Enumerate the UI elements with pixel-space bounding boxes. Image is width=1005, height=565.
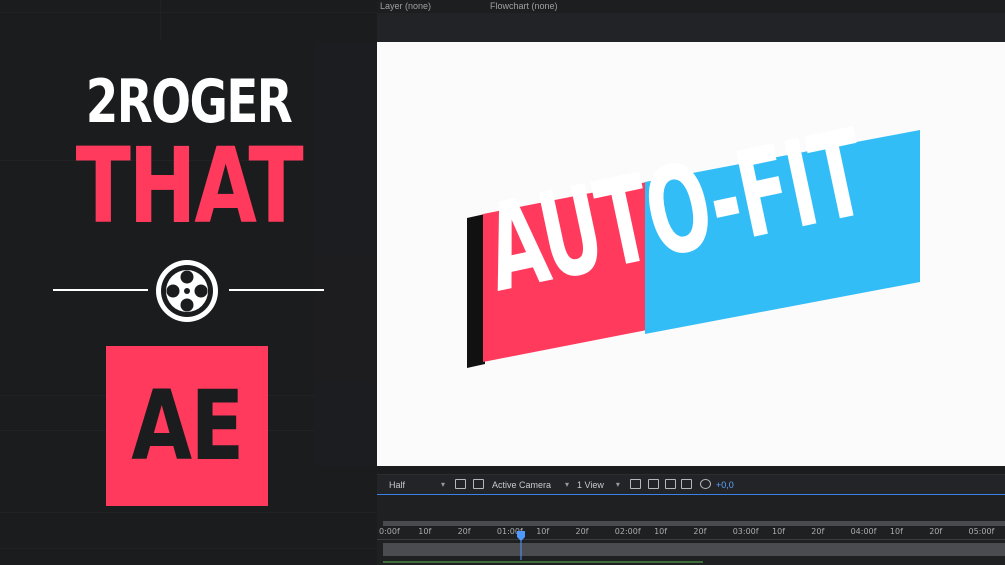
composition-viewer[interactable]: AUTO-FIT — [377, 42, 1005, 466]
branding-panel: 2ROGER THAT AE — [0, 0, 377, 565]
timeline-tick-label: 20f — [929, 527, 943, 536]
layer-track — [383, 561, 703, 563]
playhead-icon[interactable] — [517, 531, 525, 560]
brand-divider-left — [53, 289, 148, 291]
transparency-grid-icon[interactable] — [473, 479, 484, 489]
timeline-tick-label: 03:00f — [732, 527, 759, 536]
flowchart-icon[interactable] — [681, 479, 692, 489]
brand-divider-right — [229, 289, 324, 291]
region-of-interest-icon[interactable] — [455, 479, 466, 489]
ghost-divider — [160, 0, 161, 40]
logo-stripe — [467, 214, 485, 368]
timeline-tick-label: 10f — [772, 527, 785, 536]
resolution-dropdown[interactable]: Half ▾ — [389, 475, 445, 494]
viewer-tab-bar: Layer (none) Flowchart (none) — [377, 0, 1005, 13]
viewer-toolbar: Half ▾ Active Camera ▾ 1 View ▾ +0,0 — [377, 474, 1005, 494]
reset-exposure-icon[interactable] — [700, 479, 711, 489]
exposure-control[interactable]: +0,0 — [716, 475, 734, 494]
resolution-value: Half — [389, 479, 406, 490]
ruler-baseline — [377, 539, 1005, 540]
timeline-tick-label: 02:00f — [614, 527, 641, 536]
timeline-tick-label: 10f — [536, 527, 550, 536]
view-layout-dropdown[interactable]: 1 View ▾ — [577, 475, 620, 494]
chevron-down-icon: ▾ — [441, 480, 446, 489]
channel-icon[interactable] — [665, 479, 676, 489]
view-layout-value: 1 View — [577, 479, 604, 490]
chevron-down-icon: ▾ — [615, 480, 620, 489]
film-reel-icon — [156, 260, 218, 322]
timeline-tick-label: 10f — [418, 527, 432, 536]
ghost-divider — [0, 12, 377, 13]
ae-badge: AE — [106, 346, 268, 506]
camera-value: Active Camera — [492, 479, 552, 490]
ghost-divider — [0, 548, 377, 549]
timeline-tick-label: 10f — [889, 527, 903, 536]
timeline-icon[interactable] — [648, 479, 659, 489]
ghost-divider — [0, 512, 377, 513]
camera-dropdown[interactable]: Active Camera ▾ — [492, 475, 569, 494]
exposure-value: +0,0 — [716, 479, 734, 490]
timeline-tick-label: 20f — [693, 527, 707, 536]
panel-header-space — [377, 13, 1005, 42]
fast-preview-icon[interactable] — [630, 479, 641, 489]
chevron-down-icon: ▾ — [565, 480, 570, 489]
timeline-tick-label: 05:00f — [968, 527, 995, 536]
ae-badge-label: AE — [131, 370, 244, 482]
timeline-tick-label: 10f — [654, 527, 668, 536]
brand-title-bottom: THAT — [75, 125, 304, 247]
timeline-panel: 0:00f 10f 20f 01:00f 10f 20f 02:00f 10f 20f 03:00… — [377, 495, 1005, 565]
viewer-border — [377, 466, 1005, 474]
work-area-bar[interactable] — [383, 543, 1005, 556]
timeline-tick-label: 20f — [811, 527, 825, 536]
timeline-tick-label: 04:00f — [850, 527, 877, 536]
timeline-tick-label: 0:00f — [379, 527, 400, 536]
timeline-tick-label: 20f — [457, 527, 471, 536]
layer-viewer-tab[interactable]: Layer (none) — [380, 1, 431, 11]
flowchart-tab[interactable]: Flowchart (none) — [490, 1, 558, 11]
timeline-tick-label: 20f — [575, 527, 589, 536]
time-ruler[interactable]: 0:00f 10f 20f 01:00f 10f 20f 02:00f 10f 20f 03:00… — [377, 526, 1005, 540]
